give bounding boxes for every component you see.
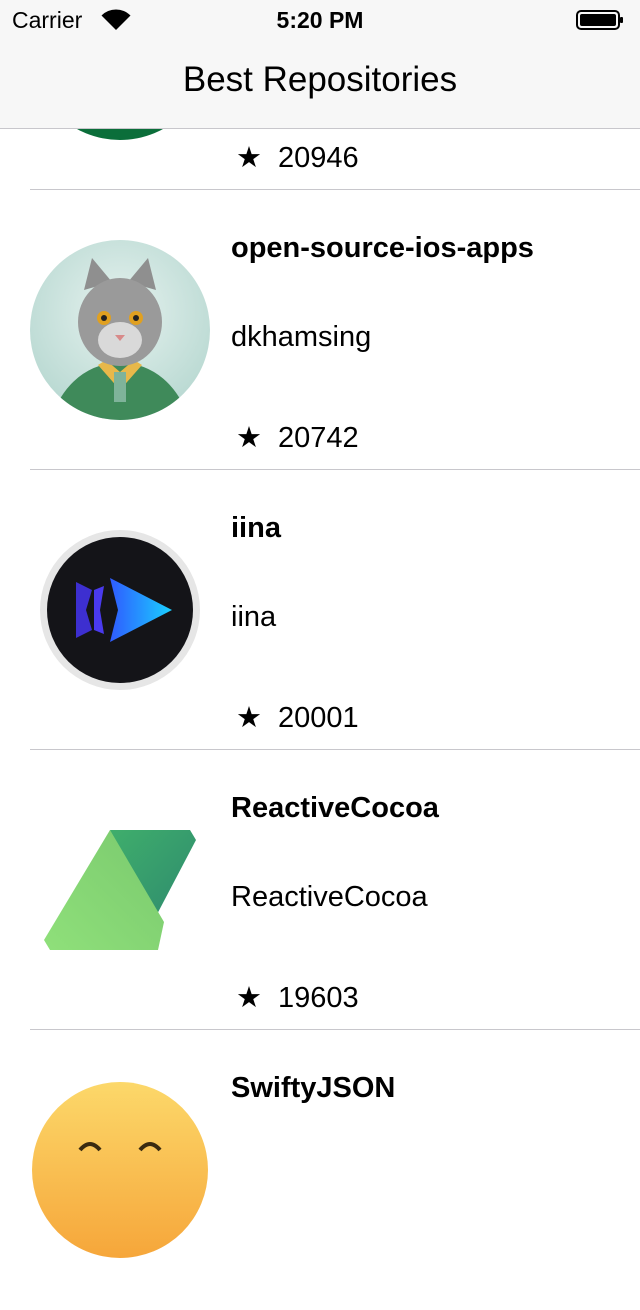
status-bar: Carrier 5:20 PM bbox=[0, 0, 640, 40]
reactivecocoa-logo-icon bbox=[44, 830, 196, 950]
list-item[interactable]: iina iina ★ 20001 bbox=[0, 470, 640, 750]
list-item[interactable]: ReactiveCocoa ReactiveCocoa ★ 19603 bbox=[0, 750, 640, 1030]
repo-name: ReactiveCocoa bbox=[231, 792, 439, 824]
iina-logo-icon bbox=[40, 530, 200, 690]
repo-name: SwiftyJSON bbox=[231, 1072, 396, 1104]
star-count-value: 20946 bbox=[278, 142, 359, 174]
list-item[interactable]: SwiftyJSON bbox=[0, 1030, 640, 1310]
list-item[interactable]: open-source-ios-apps dkhamsing ★ 20742 bbox=[0, 190, 640, 470]
battery-icon bbox=[576, 10, 623, 30]
star-icon: ★ bbox=[236, 982, 262, 1014]
star-count-value: 20742 bbox=[278, 422, 359, 454]
star-icon: ★ bbox=[236, 422, 262, 454]
cat-avatar-icon bbox=[30, 240, 210, 420]
navigation-bar: Best Repositories bbox=[0, 40, 640, 129]
repo-name: open-source-ios-apps bbox=[231, 232, 534, 264]
star-count-value: 20001 bbox=[278, 702, 359, 734]
status-time: 5:20 PM bbox=[276, 7, 364, 33]
star-count: ★ 20742 bbox=[236, 420, 359, 455]
swiftyjson-logo-icon bbox=[32, 1082, 208, 1258]
star-count: ★ 19603 bbox=[236, 980, 359, 1015]
repo-name: iina bbox=[231, 512, 281, 544]
star-icon: ★ bbox=[236, 142, 262, 174]
star-count: ★ 20001 bbox=[236, 700, 359, 735]
star-count: ★ 20946 bbox=[236, 140, 359, 175]
page-title: Best Repositories bbox=[182, 60, 458, 99]
repo-owner: dkhamsing bbox=[231, 321, 372, 353]
repo-owner: ReactiveCocoa bbox=[231, 881, 428, 913]
star-icon: ★ bbox=[236, 702, 262, 734]
repo-owner: iina bbox=[231, 601, 277, 633]
star-count-value: 19603 bbox=[278, 982, 359, 1014]
